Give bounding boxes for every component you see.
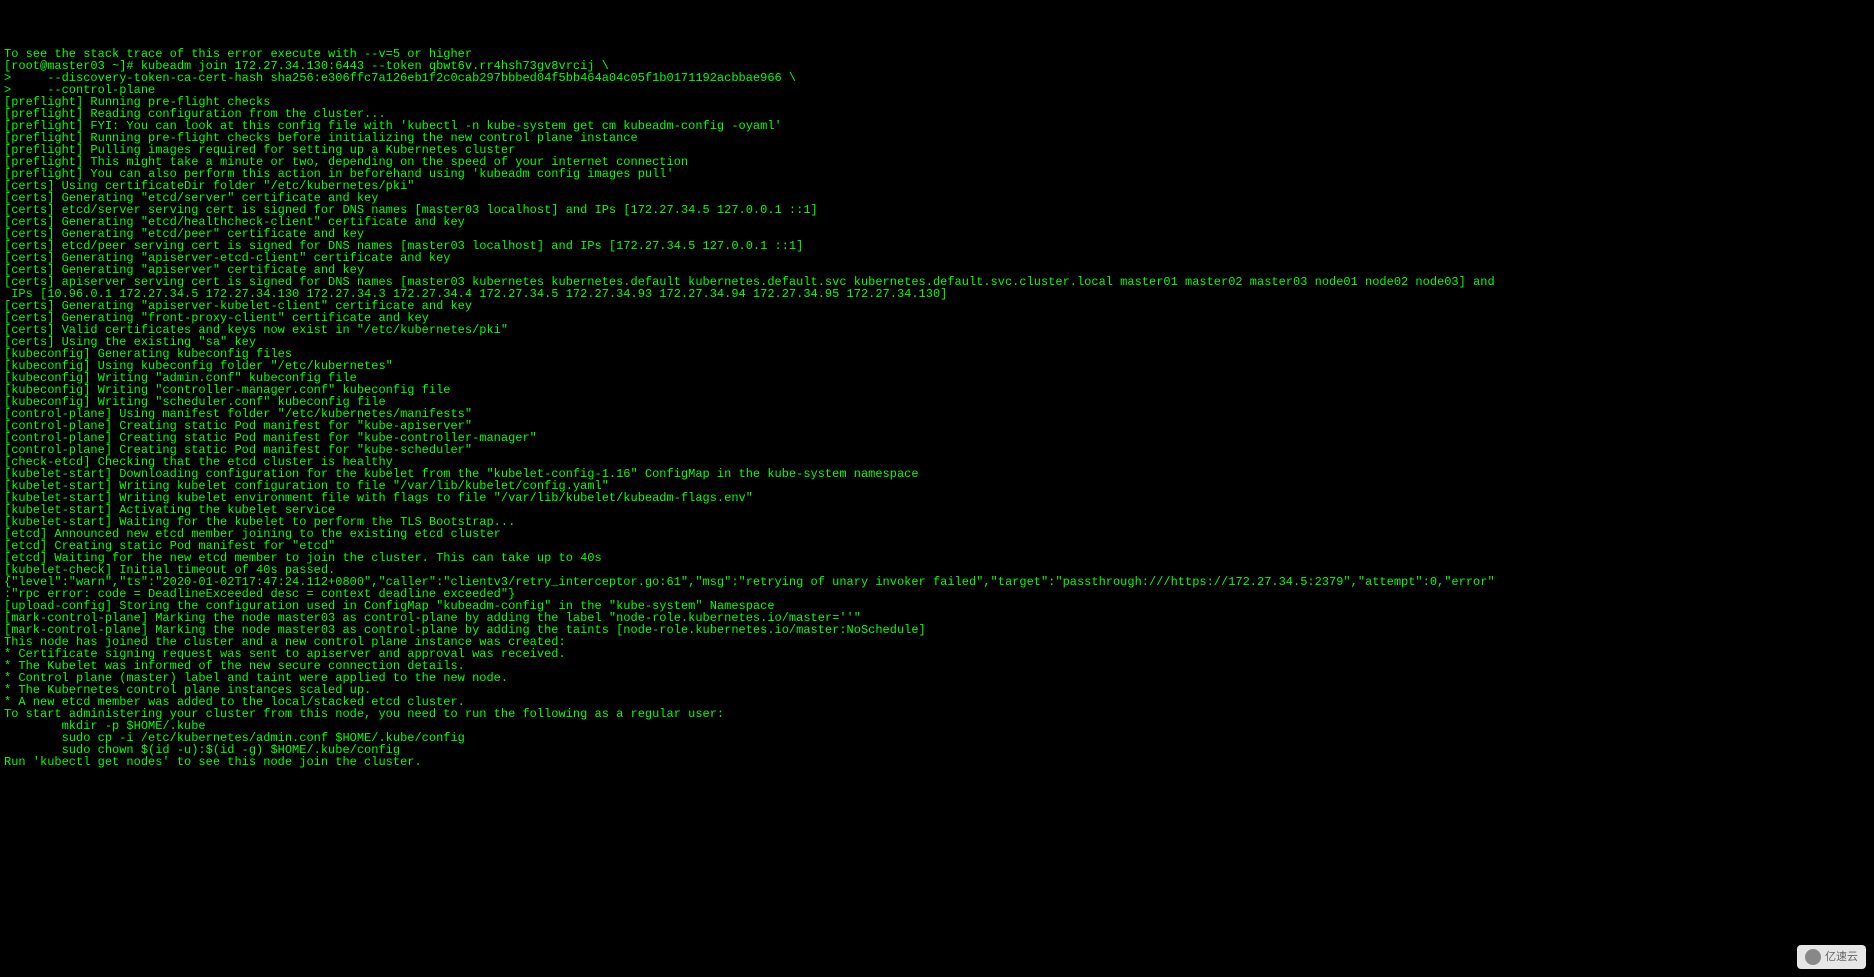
terminal-line: > --control-plane (4, 84, 1870, 96)
terminal-line: [certs] Valid certificates and keys now … (4, 324, 1870, 336)
watermark-icon (1805, 949, 1821, 965)
watermark-text: 亿速云 (1825, 952, 1858, 963)
watermark-badge: 亿速云 (1797, 945, 1866, 969)
terminal-line: > --discovery-token-ca-cert-hash sha256:… (4, 72, 1870, 84)
terminal-output[interactable]: To see the stack trace of this error exe… (0, 48, 1874, 768)
terminal-line: Run 'kubectl get nodes' to see this node… (4, 756, 1870, 768)
terminal-line: To start administering your cluster from… (4, 708, 1870, 720)
